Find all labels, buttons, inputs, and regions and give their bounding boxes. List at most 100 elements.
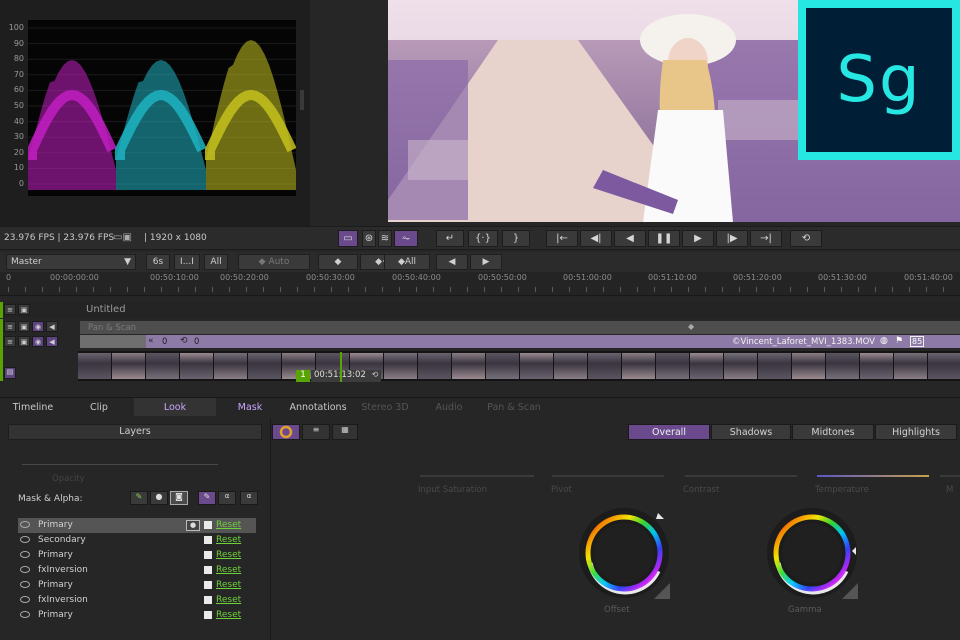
segment-midtones[interactable]: Midtones <box>792 424 874 440</box>
layer-checkbox[interactable] <box>204 596 212 604</box>
alpha-invert-icon[interactable]: α <box>240 491 258 505</box>
globe-icon[interactable]: ◍ <box>880 336 888 346</box>
audio-waveform-button[interactable]: ⏦ <box>394 230 418 247</box>
layer-checkbox[interactable] <box>204 581 212 589</box>
tab-stereo-3d[interactable]: Stereo 3D <box>352 398 418 416</box>
go-to-start-button[interactable]: |← <box>546 230 578 247</box>
play-button[interactable]: ▶ <box>682 230 714 247</box>
layer-reset-link[interactable]: Reset <box>216 535 241 545</box>
layer-reset-link[interactable]: Reset <box>216 550 241 560</box>
loop-button[interactable]: ⟲ <box>790 230 822 247</box>
master-dropdown[interactable]: Master ▼ <box>6 254 136 270</box>
alpha-pen-icon[interactable]: ✎ <box>198 491 216 505</box>
segment-highlights[interactable]: Highlights <box>875 424 957 440</box>
layer-row[interactable]: Primary Reset <box>18 518 256 533</box>
layer-checkbox[interactable] <box>204 566 212 574</box>
layer-row[interactable]: Primary Reset <box>18 548 256 563</box>
eye-icon[interactable]: ◉ <box>32 321 44 332</box>
auto-keyframe-button[interactable]: ◆ Auto <box>238 254 310 270</box>
eye-icon[interactable]: ◉ <box>32 336 44 347</box>
play-reverse-button[interactable]: ◀ <box>614 230 646 247</box>
loop-icon[interactable]: ⟲ <box>369 370 381 382</box>
param-slider[interactable] <box>817 475 929 477</box>
range-all-button[interactable]: All <box>204 254 228 270</box>
color-wheel-gamma[interactable] <box>766 507 858 599</box>
eye-icon[interactable] <box>20 566 30 573</box>
marker-number[interactable]: 1 <box>296 370 310 382</box>
clip-track[interactable]: « 0 ⟲ 0 ©Vincent_Laforet_MVI_1383.MOV ◍ … <box>80 335 960 348</box>
layer-checkbox[interactable] <box>204 536 212 544</box>
track-menu-icon[interactable]: ≡ <box>4 336 16 347</box>
eye-icon[interactable] <box>20 581 30 588</box>
layer-checkbox[interactable] <box>204 611 212 619</box>
layer-reset-link[interactable]: Reset <box>216 595 241 605</box>
step-forward-button[interactable]: |▶ <box>716 230 748 247</box>
step-back-button[interactable]: ◀| <box>580 230 612 247</box>
mask-pen-icon[interactable]: ✎ <box>130 491 148 505</box>
pan-scan-track[interactable]: Pan & Scan ◆ <box>80 321 960 334</box>
layer-mask-icon[interactable]: ● <box>186 520 200 531</box>
go-to-end-button[interactable]: →| <box>750 230 782 247</box>
eye-icon[interactable] <box>20 611 30 618</box>
flag-icon[interactable]: ⚑ <box>895 336 903 346</box>
eye-icon[interactable] <box>20 521 30 528</box>
tab-annotations[interactable]: Annotations <box>284 398 352 416</box>
mask-circle-icon[interactable]: ● <box>150 491 168 505</box>
prev-keyframe-button[interactable]: ◀ <box>436 254 468 270</box>
tab-audio[interactable]: Audio <box>418 398 480 416</box>
tab-timeline[interactable]: Timeline <box>0 398 66 416</box>
keyframe-all-button[interactable]: ◆ All <box>384 254 430 270</box>
color-icon-button[interactable]: ⊛ <box>362 230 376 247</box>
layer-row[interactable]: fxInversion Reset <box>18 563 256 578</box>
lock-icon[interactable]: ▣ <box>18 321 30 332</box>
scope-resize-handle[interactable] <box>300 90 304 110</box>
segment-shadows[interactable]: Shadows <box>711 424 791 440</box>
layer-reset-link[interactable]: Reset <box>216 610 241 620</box>
track-menu-icon[interactable]: ≡ <box>4 321 16 332</box>
param-slider[interactable] <box>685 475 797 477</box>
mark-out-button[interactable]: } <box>502 230 530 247</box>
track-header-untitled[interactable] <box>0 302 960 318</box>
tab-pan-scan[interactable]: Pan & Scan <box>480 398 548 416</box>
eye-icon[interactable] <box>20 536 30 543</box>
sliders-mode-button[interactable]: ≡ <box>302 424 330 440</box>
playhead[interactable] <box>340 352 342 382</box>
tab-mask[interactable]: Mask <box>216 398 284 416</box>
numeric-mode-button[interactable]: ▦ <box>332 424 358 440</box>
layer-row[interactable]: Secondary Reset <box>18 533 256 548</box>
speaker-icon[interactable]: ◀ <box>46 321 58 332</box>
param-slider[interactable] <box>552 475 664 477</box>
timeline-ruler[interactable]: 0 00:00:00:00 00:50:10:00 00:50:20:00 00:50:… <box>0 272 960 296</box>
loop-icon-button[interactable]: ≋ <box>378 230 392 247</box>
track-menu-icon[interactable]: ≡ <box>4 304 16 315</box>
add-keyframe-button[interactable]: ◆ <box>318 254 358 270</box>
param-slider[interactable] <box>940 475 960 477</box>
duration-button[interactable]: 6s <box>146 254 170 270</box>
lock-icon[interactable]: ▣ <box>18 304 30 315</box>
layer-reset-link[interactable]: Reset <box>216 565 241 575</box>
tab-look[interactable]: Look <box>134 398 216 416</box>
eye-icon[interactable] <box>20 596 30 603</box>
param-slider[interactable] <box>420 475 534 477</box>
return-button[interactable]: ↵ <box>436 230 464 247</box>
range-in-out-button[interactable]: I...I <box>174 254 200 270</box>
layer-row[interactable]: fxInversion Reset <box>18 593 256 608</box>
next-keyframe-button[interactable]: ▶ <box>470 254 502 270</box>
speaker-icon[interactable]: ◀ <box>46 336 58 347</box>
layer-checkbox[interactable] <box>204 521 212 529</box>
layer-row[interactable]: Primary Reset <box>18 578 256 593</box>
alpha-icon[interactable]: α <box>218 491 236 505</box>
pause-button[interactable]: ❚❚ <box>648 230 680 247</box>
layer-reset-link[interactable]: Reset <box>216 520 241 530</box>
segment-overall[interactable]: Overall <box>628 424 710 440</box>
tab-clip[interactable]: Clip <box>66 398 132 416</box>
color-wheel-offset[interactable] <box>578 507 670 599</box>
in-out-button[interactable]: {·} <box>468 230 498 247</box>
monitor-icon[interactable]: ▭▣ <box>113 232 132 243</box>
lock-icon[interactable]: ▣ <box>18 336 30 347</box>
opacity-slider[interactable] <box>22 464 218 465</box>
scope-toggle-button[interactable]: ▭ <box>338 230 358 247</box>
color-wheel-mode-button[interactable] <box>272 424 300 440</box>
layer-row[interactable]: Primary Reset <box>18 608 256 623</box>
layer-checkbox[interactable] <box>204 551 212 559</box>
